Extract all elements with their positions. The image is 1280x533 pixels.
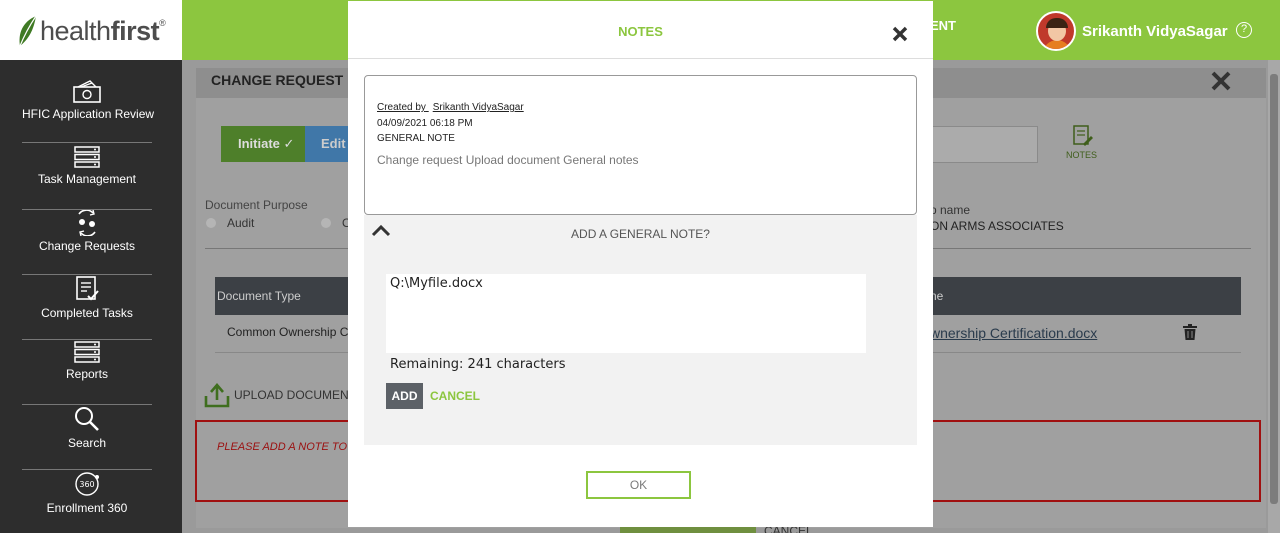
group-name-label: p name xyxy=(930,203,971,217)
notes-icon xyxy=(1072,125,1093,146)
sidebar-item-label: Search xyxy=(67,436,107,450)
sidebar-item-label: Change Requests xyxy=(38,239,136,253)
sidebar-item-label: HFIC Application Review xyxy=(22,107,155,121)
notes-label: NOTES xyxy=(1066,150,1098,160)
sidebar-item-change-requests[interactable]: Change Requests xyxy=(22,210,152,275)
created-by-name: Srikanth VidyaSagar xyxy=(432,102,524,113)
note-textarea[interactable]: Q:\Myfile.docx xyxy=(386,274,866,353)
scrollbar[interactable] xyxy=(1268,60,1280,533)
radio-audit[interactable]: Audit xyxy=(206,216,254,230)
add-button[interactable]: ADD xyxy=(386,383,423,409)
step-edit[interactable]: Edit xyxy=(305,126,351,162)
step-initiate[interactable]: Initiate ✓ xyxy=(221,126,305,162)
sidebar-item-hfic-application-review[interactable]: HFIC Application Review xyxy=(22,78,155,143)
modal-title: NOTES xyxy=(618,24,663,39)
healthfirst-logo[interactable]: health first ® xyxy=(16,14,166,48)
server-stack-icon xyxy=(74,146,100,168)
avatar xyxy=(1036,11,1076,51)
user-menu[interactable]: Srikanth VidyaSagar xyxy=(1036,11,1228,51)
server-stack-icon xyxy=(74,341,100,363)
logo-text-health: health xyxy=(40,15,111,46)
cancel-button[interactable]: CANCEL xyxy=(430,389,480,403)
enrollment-360-icon: 360 xyxy=(75,472,99,496)
page-title: CHANGE REQUEST (H xyxy=(211,72,362,88)
close-icon[interactable] xyxy=(1211,71,1231,91)
scrollbar-thumb[interactable] xyxy=(1270,74,1278,504)
enrollment-360-icon-text: 360 xyxy=(79,480,94,489)
group-name-value: ON ARMS ASSOCIATES xyxy=(930,219,1064,233)
upload-document-label: UPLOAD DOCUMENT xyxy=(234,388,357,402)
modal-header: NOTES xyxy=(348,1,933,59)
leaf-icon xyxy=(19,15,37,47)
document-file-link[interactable]: wnership Certification.docx xyxy=(930,325,1097,341)
add-note-title: ADD A GENERAL NOTE? xyxy=(571,227,710,241)
sidebar-item-completed-tasks[interactable]: Completed Tasks xyxy=(22,275,152,340)
add-note-section: ADD A GENERAL NOTE? Q:\Myfile.docx Remai… xyxy=(364,215,917,445)
sidebar-item-task-management[interactable]: Task Management xyxy=(22,145,152,210)
created-by-label: Created by xyxy=(377,102,426,113)
remaining-characters: Remaining: 241 characters xyxy=(390,357,566,372)
logo-text-first: first xyxy=(110,15,160,46)
document-type-cell: Common Ownership Ce xyxy=(227,325,348,339)
logo-registered: ® xyxy=(159,18,166,28)
note-created-by: Created by Srikanth VidyaSagar xyxy=(377,102,524,113)
radio-audit-label: Audit xyxy=(227,216,255,230)
ok-button[interactable]: OK xyxy=(586,471,691,499)
help-icon[interactable]: ? xyxy=(1236,22,1252,38)
notes-modal: NOTES Created by Srikanth VidyaSagar 04/… xyxy=(348,1,933,527)
money-icon xyxy=(73,80,101,103)
note-card: Created by Srikanth VidyaSagar 04/09/202… xyxy=(364,75,917,215)
radio-circle xyxy=(206,218,216,228)
header-nav-fragment[interactable]: ENT xyxy=(930,18,956,33)
trash-icon[interactable] xyxy=(1183,324,1197,340)
error-message: PLEASE ADD A NOTE TO P xyxy=(217,441,348,453)
sidebar-item-label: Completed Tasks xyxy=(41,306,133,320)
table-header-file-name: ne xyxy=(930,277,1241,315)
sidebar-item-label: Task Management xyxy=(37,172,137,186)
sidebar-item-label: Reports xyxy=(65,367,109,381)
sidebar-item-enrollment-360[interactable]: 360 Enrollment 360 xyxy=(22,470,152,533)
search-icon xyxy=(75,407,99,431)
upload-icon xyxy=(204,383,230,408)
note-timestamp: 04/09/2021 06:18 PM xyxy=(377,118,473,129)
note-type: GENERAL NOTE xyxy=(377,133,455,144)
background-submit-button[interactable] xyxy=(620,526,756,533)
notes-button[interactable]: NOTES xyxy=(1066,124,1097,160)
step-edit-label: Edit xyxy=(321,136,346,151)
sidebar: HFIC Application Review Task Management … xyxy=(0,60,182,533)
sidebar-item-search[interactable]: Search xyxy=(22,405,152,470)
step-initiate-label: Initiate xyxy=(238,136,280,151)
page-title-text: CHANGE REQUEST xyxy=(211,72,344,88)
radio-circle xyxy=(321,218,331,228)
upload-document-button[interactable]: UPLOAD DOCUMENT xyxy=(204,382,356,408)
table-header-document-type: Document Type xyxy=(215,277,348,315)
checkmark-icon: ✓ xyxy=(283,136,295,151)
sidebar-item-label: Enrollment 360 xyxy=(46,501,128,515)
background-input[interactable] xyxy=(930,126,1038,163)
user-name: Srikanth VidyaSagar xyxy=(1082,22,1228,40)
change-requests-icon xyxy=(78,210,96,236)
checklist-icon xyxy=(76,276,99,301)
radio-other[interactable]: O xyxy=(321,216,351,230)
sidebar-item-reports[interactable]: Reports xyxy=(22,340,152,405)
close-icon[interactable] xyxy=(889,21,911,43)
document-purpose-label: Document Purpose xyxy=(205,198,308,212)
note-body: Change request Upload document General n… xyxy=(377,153,639,167)
